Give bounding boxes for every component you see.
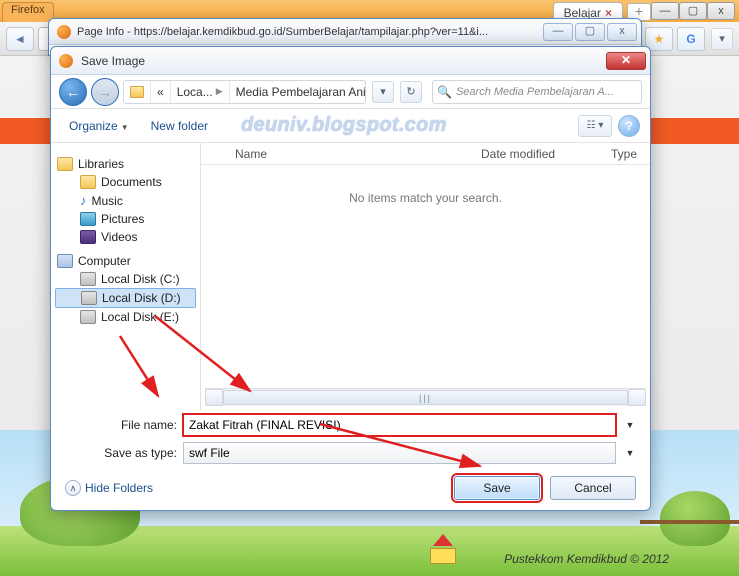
pictures-icon [80, 212, 96, 226]
back-button[interactable]: ◄ [6, 27, 34, 51]
tree-drive-e[interactable]: Local Disk (E:) [55, 308, 196, 326]
save-image-dialog: Save Image ✕ ← → « Loca...▶ Media Pembel… [50, 46, 651, 511]
firefox-menu-tab[interactable]: Firefox [2, 2, 54, 22]
organize-menu[interactable]: Organize▼ [61, 117, 137, 135]
drive-icon [80, 272, 96, 286]
breadcrumb-segment[interactable]: Loca...▶ [171, 81, 230, 103]
breadcrumb-dropdown[interactable]: ▾ [372, 81, 394, 103]
firefox-icon [57, 25, 71, 39]
column-date[interactable]: Date modified [481, 147, 611, 161]
filename-row: File name: Zakat Fitrah (FINAL REVISI) ▼ [51, 410, 650, 438]
breadcrumb-bar[interactable]: « Loca...▶ Media Pembelajaran Anim...▶ [123, 80, 366, 104]
firefox-icon [59, 54, 73, 68]
tree-computer[interactable]: Computer [55, 252, 196, 270]
pageinfo-minimize[interactable]: — [543, 23, 573, 41]
libraries-icon [57, 157, 73, 171]
tree-drive-d[interactable]: Local Disk (D:) [55, 288, 196, 308]
pageinfo-maximize[interactable]: ▢ [575, 23, 605, 41]
chevron-up-icon: ∧ [65, 480, 81, 496]
tree-music[interactable]: ♪Music [55, 191, 196, 210]
google-search-button[interactable]: G [677, 27, 705, 51]
cancel-button[interactable]: Cancel [550, 476, 636, 500]
window-minimize[interactable]: — [651, 2, 679, 20]
tree-drive-c[interactable]: Local Disk (C:) [55, 270, 196, 288]
folder-icon [130, 86, 144, 98]
breadcrumb-overflow[interactable]: « [157, 85, 164, 99]
toolbar-row: Organize▼ New folder deuniv.blogspot.com… [51, 109, 650, 143]
house-icon [430, 542, 456, 564]
filename-label: File name: [63, 418, 177, 432]
dialog-close-button[interactable]: ✕ [606, 52, 646, 70]
pageinfo-close[interactable]: x [607, 23, 637, 41]
window-close[interactable]: x [707, 2, 735, 20]
copyright-text: Pustekkom Kemdikbud © 2012 [504, 552, 669, 566]
computer-icon [57, 254, 73, 268]
hide-folders-toggle[interactable]: ∧ Hide Folders [65, 480, 153, 496]
tree-libraries[interactable]: Libraries [55, 155, 196, 173]
folder-tree[interactable]: Libraries Documents ♪Music Pictures Vide… [51, 143, 201, 410]
savetype-row: Save as type: swf File ▼ [51, 438, 650, 466]
nav-forward-button[interactable]: → [91, 78, 119, 106]
documents-icon [80, 175, 96, 189]
tree-pictures[interactable]: Pictures [55, 210, 196, 228]
pageinfo-titlebar[interactable]: Page Info - https://belajar.kemdikbud.go… [49, 19, 641, 45]
drive-icon [80, 310, 96, 324]
dialog-titlebar[interactable]: Save Image ✕ [51, 47, 650, 75]
savetype-select[interactable]: swf File [183, 442, 616, 464]
pageinfo-title: Page Info - https://belajar.kemdikbud.go… [77, 26, 537, 38]
drive-icon [81, 291, 97, 305]
window-maximize[interactable]: ▢ [679, 2, 707, 20]
empty-folder-message: No items match your search. [201, 165, 650, 388]
help-button[interactable]: ? [618, 115, 640, 137]
column-name[interactable]: Name [201, 147, 481, 161]
save-button[interactable]: Save [454, 476, 540, 500]
watermark-text: deuniv.blogspot.com [241, 114, 447, 137]
file-list-pane: Name Date modified Type No items match y… [201, 143, 650, 410]
tree-documents[interactable]: Documents [55, 173, 196, 191]
horizontal-scrollbar[interactable]: ||| [205, 388, 646, 406]
dialog-title: Save Image [81, 54, 598, 68]
view-options-button[interactable]: ☷ ▾ [578, 115, 612, 137]
dialog-button-row: ∧ Hide Folders Save Cancel [51, 466, 650, 510]
videos-icon [80, 230, 96, 244]
filename-history-dropdown[interactable]: ▼ [622, 420, 638, 430]
savetype-dropdown-arrow[interactable]: ▼ [622, 448, 638, 458]
savetype-label: Save as type: [63, 446, 177, 460]
folder-search-input[interactable]: 🔍 Search Media Pembelajaran A... [432, 80, 642, 104]
nav-back-button[interactable]: ← [59, 78, 87, 106]
music-icon: ♪ [80, 193, 87, 208]
new-folder-button[interactable]: New folder [143, 117, 216, 135]
breadcrumb-segment[interactable]: Media Pembelajaran Anim...▶ [230, 81, 366, 103]
search-dropdown[interactable]: ▾ [711, 28, 733, 50]
filename-input[interactable]: Zakat Fitrah (FINAL REVISI) [183, 414, 616, 436]
search-icon: 🔍 [437, 85, 452, 99]
column-type[interactable]: Type [611, 147, 650, 161]
column-headers[interactable]: Name Date modified Type [201, 143, 650, 165]
tree-videos[interactable]: Videos [55, 228, 196, 246]
refresh-button[interactable]: ↻ [400, 81, 422, 103]
search-placeholder: Search Media Pembelajaran A... [456, 86, 614, 98]
location-row: ← → « Loca...▶ Media Pembelajaran Anim..… [51, 75, 650, 109]
